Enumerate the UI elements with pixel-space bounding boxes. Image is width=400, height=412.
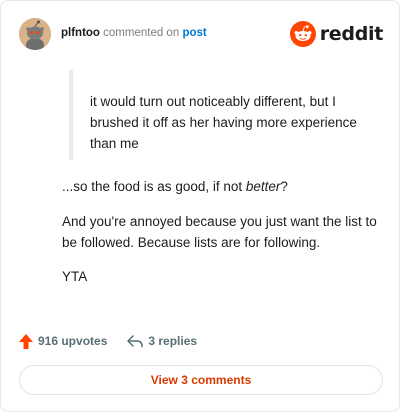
quoted-text: it would turn out noticeably different, … [90, 94, 357, 151]
comment-actions: 916 upvotes 3 replies [19, 331, 197, 351]
paragraph-1-prefix: ...so the food is as good, if not [62, 179, 246, 194]
upvote-button[interactable]: 916 upvotes [19, 333, 108, 349]
post-link[interactable]: post [182, 27, 206, 39]
comment-paragraph-1: ...so the food is as good, if not better… [62, 176, 382, 197]
view-comments-label: View 3 comments [150, 373, 252, 387]
comment-paragraph-3: YTA [62, 269, 88, 284]
upvote-count: 916 upvotes [38, 334, 108, 348]
comment-embed-card: plfntoo commented on post reddit it woul… [0, 0, 400, 412]
reply-arrow-icon [127, 334, 144, 347]
paragraph-1-emphasis: better [245, 179, 281, 194]
replies-button[interactable]: 3 replies [127, 334, 197, 348]
user-avatar[interactable] [19, 18, 51, 50]
brand-wordmark: reddit [319, 23, 384, 45]
blockquote-bar [69, 70, 73, 160]
comment-header: plfntoo commented on post reddit [19, 18, 383, 52]
commented-on-text: commented on [103, 27, 180, 39]
reply-count: 3 replies [148, 334, 198, 348]
paragraph-1-suffix: ? [280, 179, 288, 194]
username-link[interactable]: plfntoo [61, 27, 100, 39]
upvote-arrow-icon [19, 333, 33, 349]
comment-paragraph-2: And you're annoyed because you just want… [62, 214, 377, 250]
reddit-logo[interactable]: reddit [289, 21, 384, 47]
reddit-alien-icon [289, 21, 316, 47]
snoo-avatar-icon [19, 18, 51, 50]
comment-byline: plfntoo commented on post [61, 27, 207, 39]
view-comments-button[interactable]: View 3 comments [19, 365, 383, 395]
